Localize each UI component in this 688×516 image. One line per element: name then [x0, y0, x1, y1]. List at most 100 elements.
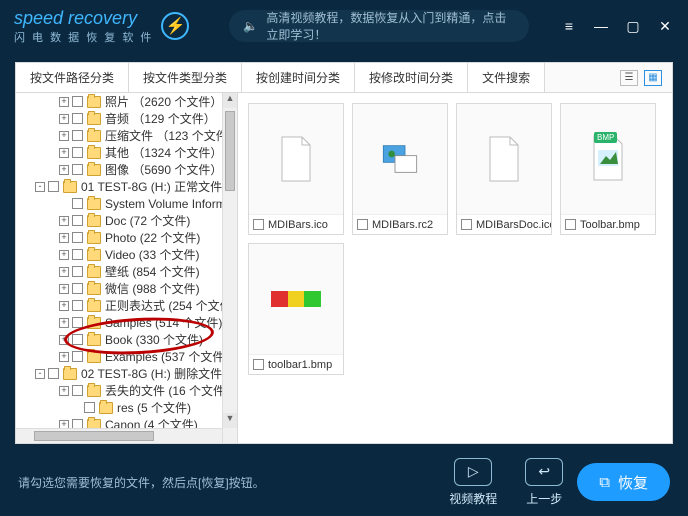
checkbox[interactable]	[565, 219, 576, 230]
tree[interactable]: +照片 （2620 个文件）+音频 （129 个文件）+压缩文件 （123 个文…	[16, 93, 238, 443]
checkbox[interactable]	[72, 317, 83, 328]
minimize-button[interactable]: —	[592, 18, 610, 34]
file-name: MDIBars.ico	[268, 219, 328, 231]
expand-icon[interactable]: +	[59, 335, 69, 345]
checkbox[interactable]	[72, 164, 83, 175]
checkbox[interactable]	[72, 232, 83, 243]
file-thumb-preview	[457, 104, 551, 214]
checkbox[interactable]	[48, 181, 59, 192]
folder-icon	[87, 283, 101, 295]
expand-icon[interactable]: +	[59, 233, 69, 243]
expand-icon[interactable]: +	[59, 250, 69, 260]
file-thumb-preview	[249, 244, 343, 354]
tab-type[interactable]: 按文件类型分类	[129, 63, 242, 92]
scroll-thumb[interactable]	[225, 111, 235, 191]
file-thumb[interactable]: MDIBarsDoc.ico	[456, 103, 552, 235]
expand-icon[interactable]: +	[59, 97, 69, 107]
expand-icon[interactable]: -	[35, 182, 45, 192]
file-area[interactable]: MDIBars.ico MDIBars.rc2MDIBarsDoc.icoBMPT…	[238, 93, 672, 443]
scroll-up-icon[interactable]: ▲	[223, 93, 237, 108]
expand-icon[interactable]: +	[59, 131, 69, 141]
checkbox[interactable]	[357, 219, 368, 230]
scroll-down-icon[interactable]: ▼	[223, 413, 237, 428]
scroll-hthumb[interactable]	[34, 431, 154, 441]
expand-icon[interactable]: +	[59, 114, 69, 124]
file-name: Toolbar.bmp	[580, 219, 640, 231]
tree-row[interactable]: +音频 （129 个文件）	[16, 110, 237, 127]
checkbox[interactable]	[72, 215, 83, 226]
expand-icon[interactable]: +	[59, 352, 69, 362]
file-thumb[interactable]: MDIBars.ico	[248, 103, 344, 235]
tree-row[interactable]: +Examples (537 个文件)	[16, 348, 237, 365]
tree-scrollbar-vertical[interactable]: ▲ ▼	[222, 93, 237, 443]
checkbox[interactable]	[72, 334, 83, 345]
file-thumb[interactable]: BMPToolbar.bmp	[560, 103, 656, 235]
tree-row[interactable]: +丢失的文件 (16 个文件)	[16, 382, 237, 399]
expand-icon[interactable]: +	[59, 165, 69, 175]
tree-row[interactable]: +Book (330 个文件)	[16, 331, 237, 348]
checkbox[interactable]	[253, 359, 264, 370]
expand-icon[interactable]: +	[59, 267, 69, 277]
checkbox[interactable]	[72, 283, 83, 294]
checkbox[interactable]	[72, 385, 83, 396]
checkbox[interactable]	[461, 219, 472, 230]
checkbox[interactable]	[72, 96, 83, 107]
play-icon: ▷	[454, 458, 492, 486]
tree-row[interactable]: +图像 （5690 个文件）	[16, 161, 237, 178]
tip-banner[interactable]: 🔈 高清视频教程，数据恢复从入门到精通，点击立即学习！	[229, 10, 529, 42]
tree-row[interactable]: +Video (33 个文件)	[16, 246, 237, 263]
expand-icon[interactable]: +	[59, 284, 69, 294]
file-thumb[interactable]: toolbar1.bmp	[248, 243, 344, 375]
expand-icon[interactable]: +	[59, 301, 69, 311]
view-list-icon[interactable]: ☰	[620, 70, 638, 86]
back-button[interactable]: ↩ 上一步	[525, 458, 563, 507]
checkbox[interactable]	[253, 219, 264, 230]
checkbox[interactable]	[84, 402, 95, 413]
tree-label: Doc (72 个文件)	[105, 212, 190, 229]
tree-row[interactable]: + Doc (72 个文件)	[16, 212, 237, 229]
tree-row[interactable]: + 正则表达式 (254 个文件)	[16, 297, 237, 314]
tree-scrollbar-horizontal[interactable]	[16, 428, 222, 443]
checkbox[interactable]	[72, 113, 83, 124]
tree-row[interactable]: -01 TEST-8G (H:) 正常文件 (4355 个文	[16, 178, 237, 195]
tree-label: 正则表达式 (254 个文件)	[105, 297, 236, 314]
checkbox[interactable]	[72, 351, 83, 362]
logo: speed recovery 闪 电 数 据 恢 复 软 件 ⚡	[14, 8, 189, 45]
tab-search[interactable]: 文件搜索	[468, 63, 545, 92]
tree-row[interactable]: +Photo (22 个文件)	[16, 229, 237, 246]
recover-button[interactable]: ⧉ 恢复	[577, 463, 670, 501]
menu-button[interactable]: ≡	[560, 18, 578, 34]
tree-label: 壁纸 (854 个文件)	[105, 263, 200, 280]
file-thumb[interactable]: MDIBars.rc2	[352, 103, 448, 235]
video-tutorial-button[interactable]: ▷ 视频教程	[449, 458, 497, 507]
maximize-button[interactable]: ▢	[624, 18, 642, 35]
view-grid-icon[interactable]: ▦	[644, 70, 662, 86]
tree-row[interactable]: +照片 （2620 个文件）	[16, 93, 237, 110]
expand-icon[interactable]: -	[35, 369, 45, 379]
checkbox[interactable]	[72, 249, 83, 260]
checkbox[interactable]	[72, 198, 83, 209]
tab-path[interactable]: 按文件路径分类	[16, 63, 129, 92]
checkbox[interactable]	[72, 130, 83, 141]
expand-icon[interactable]: +	[59, 318, 69, 328]
close-button[interactable]: ✕	[656, 18, 674, 35]
recover-label: 恢复	[618, 472, 648, 493]
tree-row[interactable]: System Volume Information (3 ·	[16, 195, 237, 212]
tree-row[interactable]: +压缩文件 （123 个文件）	[16, 127, 237, 144]
checkbox[interactable]	[72, 266, 83, 277]
tree-row[interactable]: +其他 （1324 个文件）	[16, 144, 237, 161]
expand-icon[interactable]: +	[59, 216, 69, 226]
tab-created[interactable]: 按创建时间分类	[242, 63, 355, 92]
tree-row[interactable]: +微信 (988 个文件)	[16, 280, 237, 297]
expand-icon[interactable]: +	[59, 386, 69, 396]
expand-icon[interactable]: +	[59, 148, 69, 158]
tree-row[interactable]: + 壁纸 (854 个文件)	[16, 263, 237, 280]
tree-row[interactable]: +Samples (514 个文件)	[16, 314, 237, 331]
checkbox[interactable]	[72, 147, 83, 158]
window-controls: ≡ — ▢ ✕	[560, 18, 674, 35]
tab-modified[interactable]: 按修改时间分类	[355, 63, 468, 92]
tree-row[interactable]: res (5 个文件)	[16, 399, 237, 416]
checkbox[interactable]	[72, 300, 83, 311]
checkbox[interactable]	[48, 368, 59, 379]
tree-row[interactable]: -02 TEST-8G (H:) 删除文件 (4471 个文	[16, 365, 237, 382]
